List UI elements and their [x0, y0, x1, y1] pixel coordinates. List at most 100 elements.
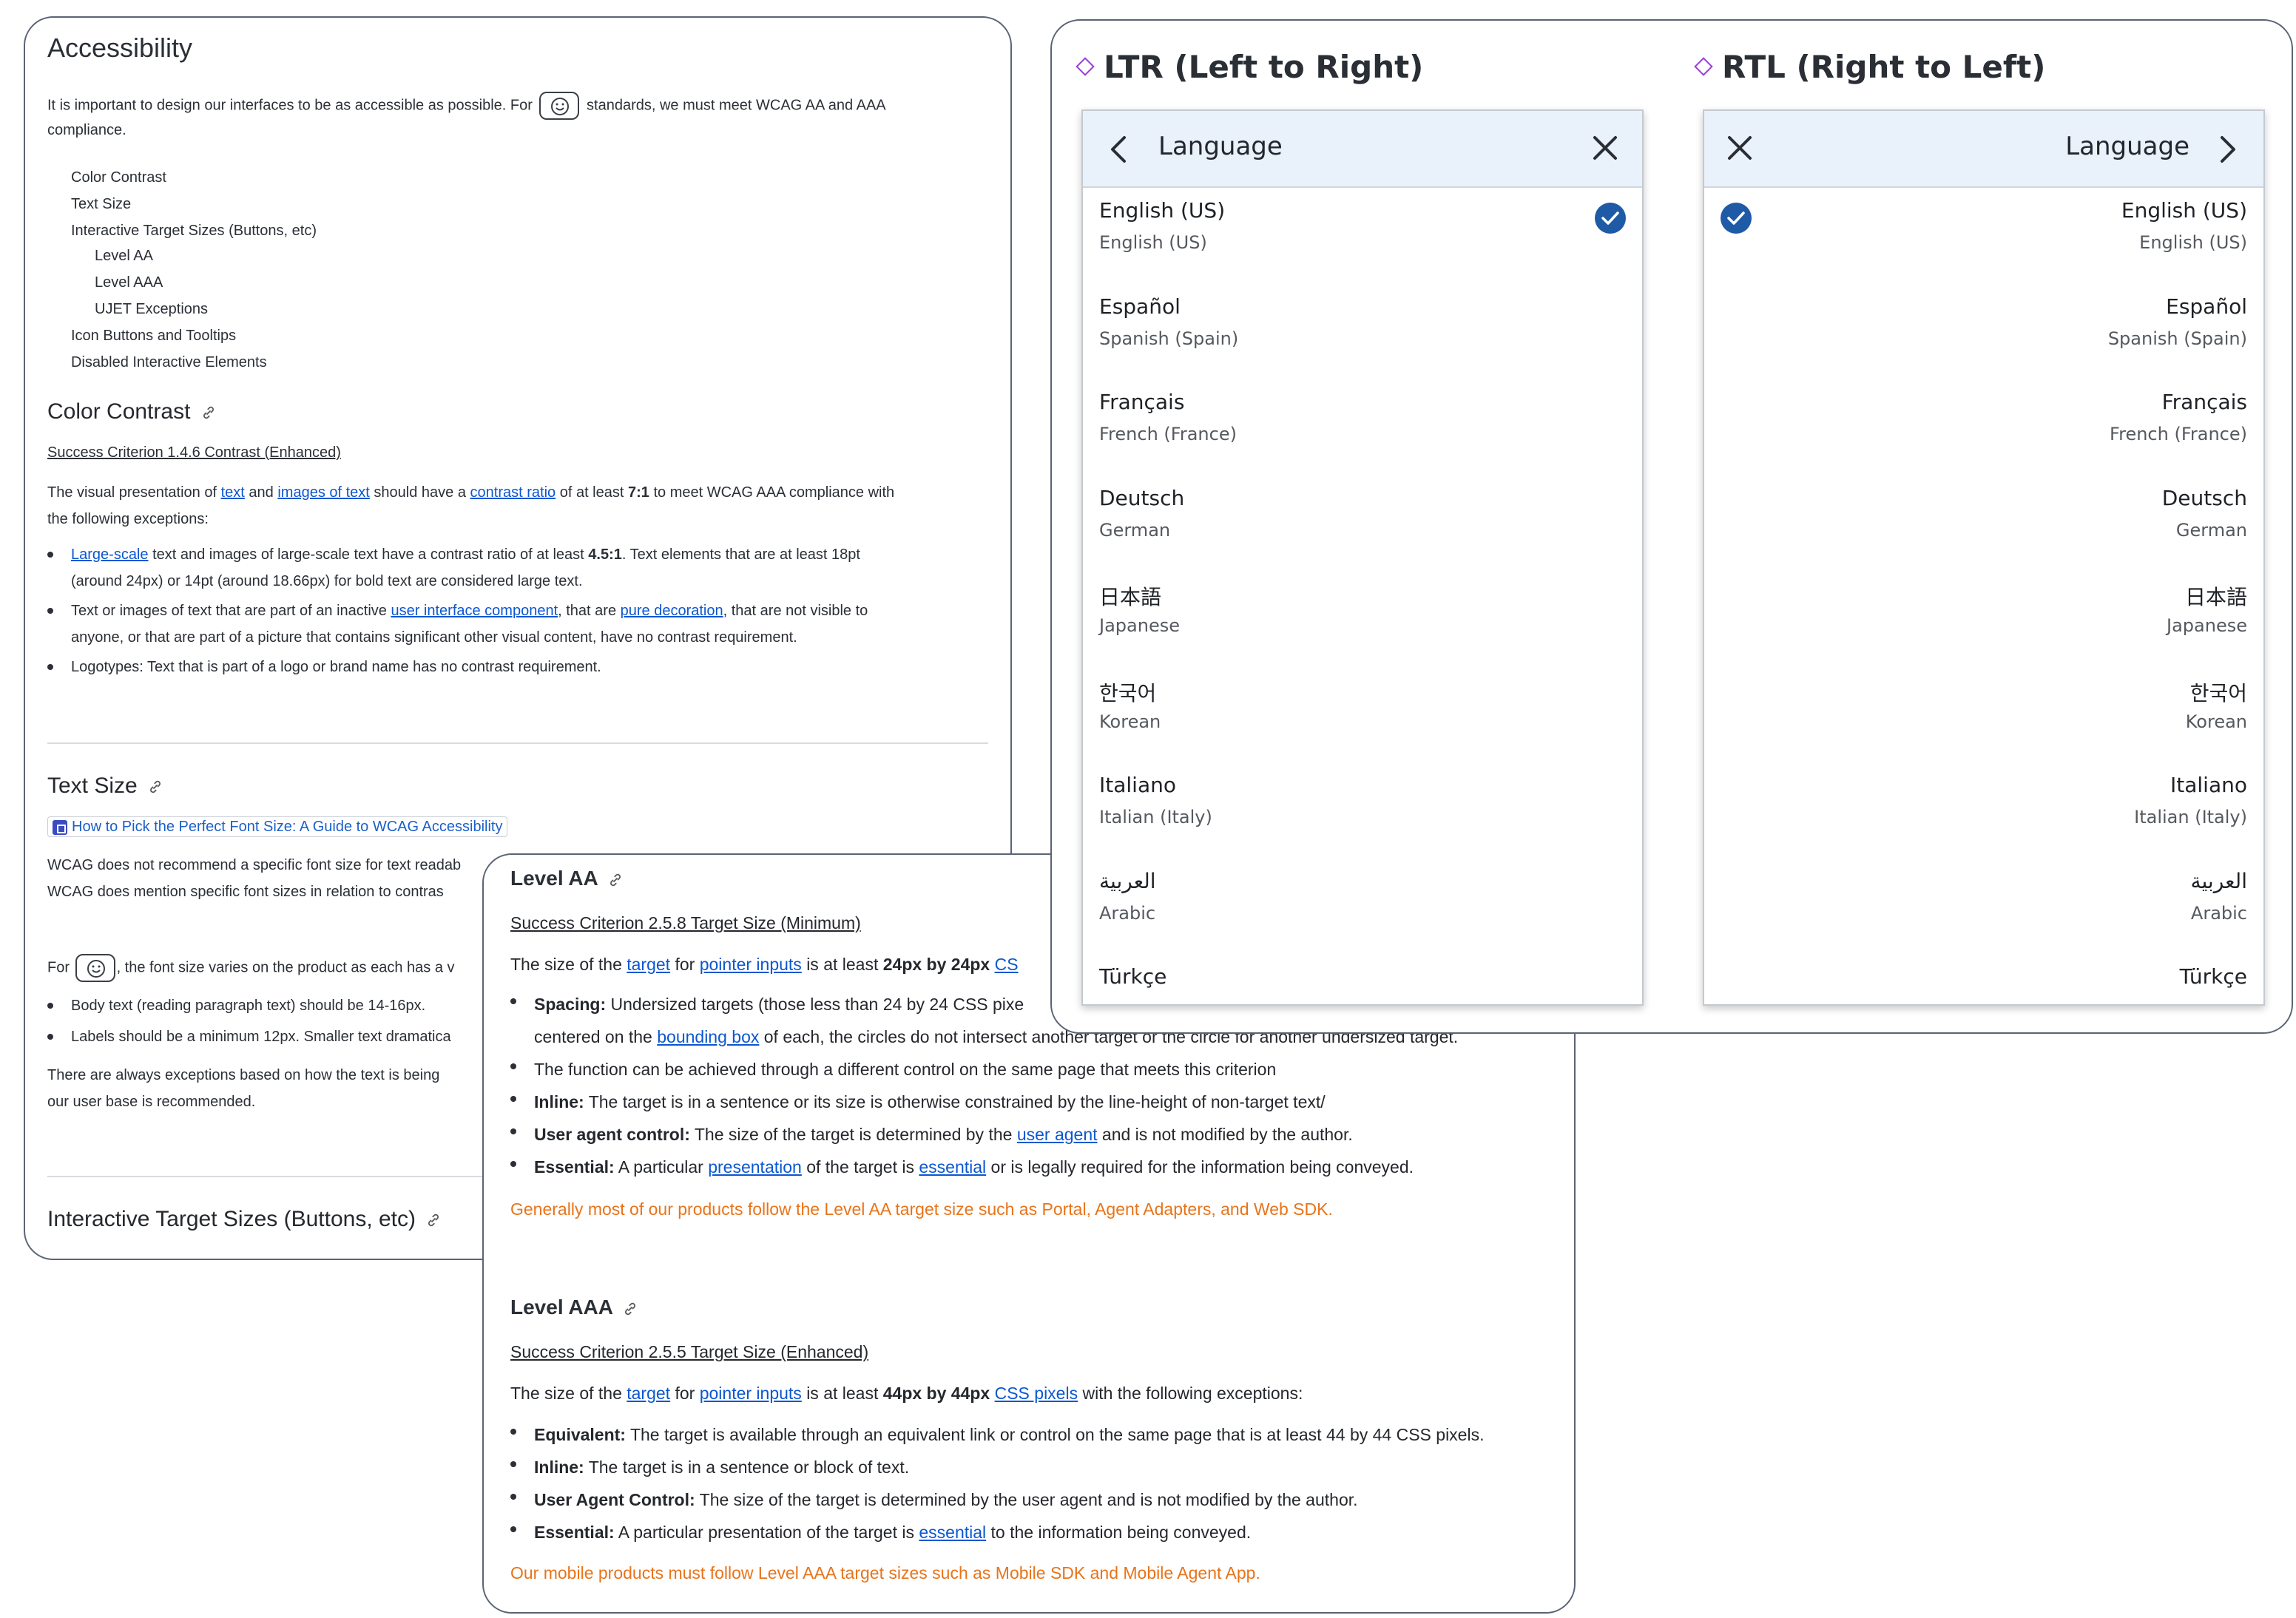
language-native-name: Italiano: [2170, 773, 2247, 797]
language-english-name: Japanese: [1099, 615, 1180, 636]
smiley-icon: [75, 954, 115, 982]
language-native-name: 日本語: [1099, 585, 1162, 609]
language-option[interactable]: 한국어 Korean: [1704, 667, 2263, 763]
toc-level-aa[interactable]: Level AA: [95, 243, 153, 269]
language-native-name: Español: [2166, 294, 2247, 319]
presentation-link[interactable]: presentation: [708, 1157, 802, 1177]
language-option[interactable]: Italiano Italian (Italy): [1704, 762, 2263, 859]
smiley-icon: [539, 92, 580, 120]
language-option[interactable]: English (US) English (US): [1704, 188, 2263, 284]
large-scale-link[interactable]: Large-scale: [71, 546, 149, 563]
language-english-name: Italian (Italy): [1099, 807, 1212, 827]
link-icon[interactable]: [623, 1301, 638, 1316]
language-native-name: العربية: [2190, 868, 2247, 893]
language-native-name: 한국어: [1099, 680, 1157, 705]
language-option[interactable]: العربية Arabic: [1704, 859, 2263, 955]
list-item: Inline: The target is in a sentence or b…: [510, 1451, 1484, 1483]
language-option[interactable]: Deutsch German: [1704, 475, 2263, 572]
language-panel-ltr: Language English (US) English (US) Español…: [1081, 109, 1644, 1006]
color-contrast-paragraph-line2: the following exceptions:: [47, 511, 209, 527]
target-link[interactable]: target: [627, 955, 670, 974]
font-size-guide-link[interactable]: How to Pick the Perfect Font Size: A Gui…: [47, 813, 508, 840]
level-aaa-paragraph: The size of the target for pointer input…: [510, 1384, 1303, 1403]
toc-level-aaa[interactable]: Level AAA: [95, 269, 163, 296]
level-aaa-note: Our mobile products must follow Level AA…: [510, 1563, 1260, 1583]
bounding-box-link[interactable]: bounding box: [657, 1027, 759, 1046]
language-native-name: English (US): [1099, 198, 1226, 223]
toc-color-contrast[interactable]: Color Contrast: [71, 164, 166, 191]
language-english-name: Korean: [2185, 711, 2247, 732]
rtl-heading: RTL (Right to Left): [1694, 49, 2045, 85]
toc-icon-buttons-tooltips[interactable]: Icon Buttons and Tooltips: [71, 322, 236, 349]
success-criterion-258-link[interactable]: Success Criterion 2.5.8 Target Size (Min…: [510, 907, 861, 939]
success-criterion-146-link[interactable]: Success Criterion 1.4.6 Contrast (Enhanc…: [47, 439, 341, 466]
language-option[interactable]: 한국어 Korean: [1083, 667, 1642, 763]
toc-interactive-target-sizes[interactable]: Interactive Target Sizes (Buttons, etc): [71, 217, 317, 244]
language-option[interactable]: Türkçe: [1083, 954, 1642, 1004]
language-native-name: English (US): [2121, 198, 2247, 223]
images-of-text-link[interactable]: images of text: [277, 484, 370, 501]
language-option[interactable]: Deutsch German: [1083, 475, 1642, 572]
chevron-right-icon[interactable]: [2219, 135, 2237, 164]
language-english-name: English (US): [1099, 232, 1207, 253]
close-icon[interactable]: [1592, 135, 1618, 161]
essential-link[interactable]: essential: [919, 1523, 986, 1542]
ltr-heading: LTR (Left to Right): [1076, 49, 1423, 85]
language-option[interactable]: Français French (France): [1704, 379, 2263, 475]
language-native-name: Español: [1099, 294, 1181, 319]
list-item: Labels should be a minimum 12px. Smaller…: [47, 1023, 451, 1050]
text-size-paragraph-1: WCAG does not recommend a specific font …: [47, 857, 462, 873]
language-option[interactable]: Italiano Italian (Italy): [1083, 762, 1642, 859]
list-item: The function can be achieved through a d…: [510, 1053, 1458, 1086]
essential-link[interactable]: essential: [919, 1157, 986, 1177]
text-size-heading: Text Size: [47, 774, 163, 799]
text-size-paragraph-3: For , the font size varies on the produc…: [47, 954, 455, 982]
level-aaa-exceptions-list: Equivalent: The target is available thro…: [510, 1418, 1484, 1548]
language-option[interactable]: Español Spanish (Spain): [1704, 284, 2263, 380]
external-site-icon: [53, 819, 67, 835]
language-native-name: 日本語: [2184, 585, 2247, 609]
text-link[interactable]: text: [221, 484, 245, 501]
close-icon[interactable]: [1726, 135, 1753, 161]
link-icon[interactable]: [608, 873, 623, 887]
language-native-name: Deutsch: [1099, 485, 1185, 510]
toc-disabled-interactive[interactable]: Disabled Interactive Elements: [71, 349, 267, 376]
language-option[interactable]: 日本語 Japanese: [1083, 571, 1642, 667]
diamond-icon: [1694, 56, 1713, 76]
toc-text-size[interactable]: Text Size: [71, 191, 131, 217]
text-size-paragraph-2: WCAG does mention specific font sizes in…: [47, 884, 444, 900]
list-item: Large-scale text and images of large-sca…: [47, 541, 868, 568]
language-option[interactable]: Español Spanish (Spain): [1083, 284, 1642, 380]
target-link[interactable]: target: [627, 1384, 670, 1403]
success-criterion-255-link[interactable]: Success Criterion 2.5.5 Target Size (Enh…: [510, 1336, 868, 1368]
language-english-name: English (US): [2139, 232, 2247, 253]
language-option[interactable]: 日本語 Japanese: [1704, 571, 2263, 667]
language-option[interactable]: English (US) English (US): [1083, 188, 1642, 284]
language-english-name: German: [1099, 519, 1171, 541]
link-icon[interactable]: [426, 1213, 441, 1228]
pure-decoration-link[interactable]: pure decoration: [621, 603, 723, 619]
link-icon[interactable]: [148, 779, 163, 794]
css-pixels-link[interactable]: CS: [995, 955, 1019, 974]
contrast-ratio-link[interactable]: contrast ratio: [470, 484, 556, 501]
list-item: Inline: The target is in a sentence or i…: [510, 1086, 1458, 1118]
pointer-inputs-link[interactable]: pointer inputs: [700, 955, 802, 974]
link-icon[interactable]: [201, 405, 216, 420]
css-pixels-link[interactable]: CSS pixels: [995, 1384, 1078, 1403]
language-native-name: Italiano: [1099, 773, 1176, 797]
language-option[interactable]: العربية Arabic: [1083, 859, 1642, 955]
user-agent-link[interactable]: user agent: [1017, 1125, 1098, 1144]
chevron-left-icon[interactable]: [1110, 135, 1127, 164]
language-native-name: Français: [2161, 390, 2247, 414]
user-interface-component-link[interactable]: user interface component: [391, 603, 558, 619]
language-english-name: Spanish (Spain): [1099, 328, 1239, 349]
language-option[interactable]: Français French (France): [1083, 379, 1642, 475]
list-item-continued: anyone, or that are part of a picture th…: [71, 629, 797, 646]
pointer-inputs-link[interactable]: pointer inputs: [700, 1384, 802, 1403]
language-native-name: Français: [1099, 390, 1185, 414]
intro-line-1: It is important to design our interfaces…: [47, 92, 886, 120]
toc-ujet-exceptions[interactable]: UJET Exceptions: [95, 296, 208, 322]
language-option[interactable]: Türkçe: [1704, 954, 2263, 1004]
level-aaa-heading: Level AAA: [510, 1296, 638, 1319]
level-aa-note: Generally most of our products follow th…: [510, 1199, 1333, 1219]
